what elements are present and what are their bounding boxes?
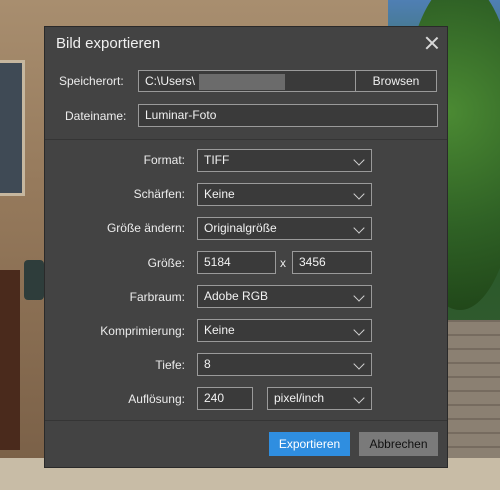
format-select[interactable]: TIFF bbox=[197, 149, 372, 172]
depth-select[interactable]: 8 bbox=[197, 353, 372, 376]
depth-value: 8 bbox=[204, 357, 211, 371]
resolution-unit-select[interactable]: pixel/inch bbox=[267, 387, 372, 410]
chevron-down-icon bbox=[353, 222, 365, 234]
export-dialog: Bild exportieren Speicherort: C:\Users\ … bbox=[44, 26, 448, 468]
filename-input[interactable]: Luminar-Foto bbox=[138, 104, 438, 127]
width-input[interactable]: 5184 bbox=[197, 251, 276, 274]
compression-value: Keine bbox=[204, 323, 235, 337]
resolution-unit-value: pixel/inch bbox=[274, 391, 325, 405]
location-label: Speicherort: bbox=[59, 74, 124, 88]
resize-select[interactable]: Originalgröße bbox=[197, 217, 372, 240]
format-value: TIFF bbox=[204, 153, 230, 167]
format-label: Format: bbox=[143, 153, 185, 167]
resize-value: Originalgröße bbox=[204, 221, 277, 235]
wall-lamp bbox=[24, 260, 44, 300]
chevron-down-icon bbox=[353, 358, 365, 370]
compression-select[interactable]: Keine bbox=[197, 319, 372, 342]
stone-wall bbox=[445, 320, 500, 460]
height-input[interactable]: 3456 bbox=[292, 251, 372, 274]
divider bbox=[45, 139, 447, 140]
redacted-path bbox=[199, 73, 286, 90]
location-value: C:\Users\ bbox=[145, 74, 196, 88]
resize-label: Größe ändern: bbox=[106, 221, 185, 235]
filename-label: Dateiname: bbox=[65, 109, 127, 123]
compression-label: Komprimierung: bbox=[100, 324, 185, 338]
location-field[interactable]: C:\Users\ bbox=[138, 70, 356, 92]
colorspace-value: Adobe RGB bbox=[204, 289, 269, 303]
chevron-down-icon bbox=[353, 324, 365, 336]
export-button[interactable]: Exportieren bbox=[269, 432, 350, 456]
chevron-down-icon bbox=[353, 290, 365, 302]
dialog-titlebar: Bild exportieren bbox=[45, 27, 447, 61]
colorspace-select[interactable]: Adobe RGB bbox=[197, 285, 372, 308]
sharpen-label: Schärfen: bbox=[133, 187, 185, 201]
size-label: Größe: bbox=[147, 256, 185, 270]
chevron-down-icon bbox=[353, 392, 365, 404]
size-separator: x bbox=[280, 256, 286, 270]
resolution-label: Auflösung: bbox=[128, 392, 185, 406]
building-door bbox=[0, 270, 20, 450]
building-window bbox=[0, 60, 25, 196]
dialog-title: Bild exportieren bbox=[56, 35, 161, 52]
sharpen-select[interactable]: Keine bbox=[197, 183, 372, 206]
chevron-down-icon bbox=[353, 188, 365, 200]
resolution-input[interactable]: 240 bbox=[197, 387, 253, 410]
divider bbox=[45, 420, 447, 421]
colorspace-label: Farbraum: bbox=[129, 290, 185, 304]
browse-button[interactable]: Browsen bbox=[355, 70, 437, 92]
sharpen-value: Keine bbox=[204, 187, 235, 201]
close-icon[interactable] bbox=[423, 34, 441, 52]
cancel-button[interactable]: Abbrechen bbox=[359, 432, 438, 456]
depth-label: Tiefe: bbox=[155, 358, 185, 372]
chevron-down-icon bbox=[353, 154, 365, 166]
